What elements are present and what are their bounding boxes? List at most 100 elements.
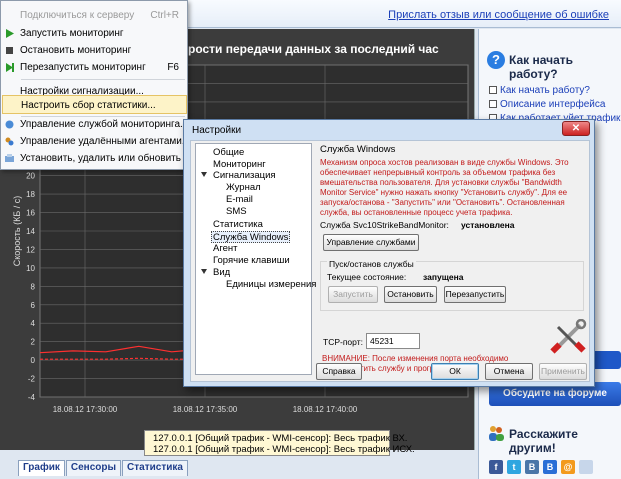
menu-connect-server-label: Подключиться к серверу <box>20 10 135 21</box>
cancel-button[interactable]: Отмена <box>485 363 533 380</box>
people-icon <box>489 426 504 441</box>
feedback-link[interactable]: Прислать отзыв или сообщение об ошибке <box>388 9 609 21</box>
legend-item-out: 127.0.0.1 [Общий трафик - WMI-сенсор]: В… <box>149 444 415 455</box>
close-icon: ✕ <box>571 123 581 134</box>
y-tick-label: 14 <box>26 227 35 236</box>
page-icon <box>489 100 497 108</box>
tcp-port-input[interactable] <box>366 333 420 349</box>
menu-restart-monitoring-label: Перезапустить мониторинг <box>20 62 146 73</box>
current-state-label: Текущее состояние: <box>327 272 407 282</box>
y-tick-label: -2 <box>28 375 36 384</box>
service-description: Механизм опроса хостов реализован в виде… <box>320 158 569 217</box>
y-tick-label: 2 <box>31 338 36 347</box>
x-tick-label: 18.08.12 17:35:00 <box>173 405 238 414</box>
tree-item-view[interactable]: Вид <box>213 267 230 279</box>
play-icon <box>6 29 14 38</box>
tree-item-units[interactable]: Единицы измерения <box>226 279 316 291</box>
vkontakte-icon[interactable]: B <box>525 460 539 474</box>
menu-restart-monitoring-shortcut: F6 <box>167 62 179 73</box>
tree-item-agent[interactable]: Агент <box>213 243 237 255</box>
menu-start-monitoring-label: Запустить мониторинг <box>20 28 124 39</box>
twitter-icon[interactable]: t <box>507 460 521 474</box>
restart-icon <box>6 63 14 72</box>
help-link-interface[interactable]: Описание интерфейса <box>489 99 605 110</box>
restart-service-button[interactable]: Перезапустить <box>444 286 506 303</box>
tree-item-general[interactable]: Общие <box>213 147 244 159</box>
social-icons: f t B B @ <box>489 460 593 474</box>
bottom-tabs: График Сенсоры Статистика <box>18 460 189 476</box>
current-state-value: запущена <box>423 272 464 282</box>
panel-title: Служба Windows <box>320 144 396 155</box>
menu-service-management-label: Управление службой мониторинга... <box>20 119 189 130</box>
group-title: Пуск/останов службы <box>327 259 416 269</box>
expand-arrow-icon[interactable] <box>201 269 207 274</box>
menu-statistics-settings[interactable]: Настроить сбор статистики... <box>2 95 187 114</box>
agents-icon <box>5 137 14 146</box>
stop-icon <box>6 47 13 54</box>
menu-remote-agents-label: Управление удалёнными агентами... <box>20 136 191 147</box>
y-tick-label: 16 <box>26 209 35 218</box>
menu-statistics-settings-label: Настроить сбор статистики... <box>21 100 156 111</box>
menu-connect-server[interactable]: Подключиться к серверу Ctrl+R <box>2 6 187 25</box>
menu-restart-monitoring[interactable]: Перезапустить мониторинг F6 <box>2 58 187 77</box>
help-panel-title: Как начать работу? <box>509 53 574 81</box>
tree-item-windows-service[interactable]: Служба Windows <box>211 231 291 243</box>
help-link-start[interactable]: Как начать работу? <box>489 85 590 96</box>
manage-services-button[interactable]: Управление службами <box>323 234 419 251</box>
y-tick-label: 18 <box>26 190 35 199</box>
y-tick-label: 10 <box>26 264 35 273</box>
expand-arrow-icon[interactable] <box>201 172 207 177</box>
menu-install-agent[interactable]: Установить, удалить или обновить агент..… <box>2 149 216 168</box>
stop-service-button[interactable]: Остановить <box>384 286 437 303</box>
menu-separator <box>21 79 185 80</box>
service-install-status: установлена <box>461 220 515 230</box>
ok-button[interactable]: ОК <box>431 363 479 380</box>
dialog-title: Настройки <box>192 125 242 136</box>
menu-connect-server-shortcut: Ctrl+R <box>150 10 179 21</box>
tree-item-hotkeys[interactable]: Горячие клавиши <box>213 255 290 267</box>
mail-icon[interactable] <box>579 460 593 474</box>
tree-item-alarms[interactable]: Сигнализация <box>213 170 276 182</box>
tree-item-journal[interactable]: Журнал <box>226 182 261 194</box>
chart-legend: 127.0.0.1 [Общий трафик - WMI-сенсор]: В… <box>144 430 415 456</box>
facebook-icon[interactable]: f <box>489 460 503 474</box>
y-tick-label: 20 <box>26 172 35 181</box>
tree-item-sms[interactable]: SMS <box>226 206 247 218</box>
tree-item-email[interactable]: E-mail <box>226 194 253 206</box>
settings-tree: Общие Мониторинг Сигнализация Журнал E-m… <box>195 143 316 375</box>
blog-icon[interactable]: B <box>543 460 557 474</box>
settings-dialog: Настройки ✕ Общие Мониторинг Сигнализаци… <box>183 119 595 387</box>
tools-icon <box>550 319 587 354</box>
service-icon <box>5 120 14 129</box>
x-tick-label: 18.08.12 17:30:00 <box>53 405 118 414</box>
odnoklassniki-icon[interactable]: @ <box>561 460 575 474</box>
dialog-body: Общие Мониторинг Сигнализация Журнал E-m… <box>190 140 590 382</box>
start-service-button[interactable]: Запустить <box>328 286 378 303</box>
y-tick-label: 0 <box>31 356 36 365</box>
tab-sensors[interactable]: Сенсоры <box>65 460 122 476</box>
help-link-start-label: Как начать работу? <box>500 85 590 96</box>
menu-stop-monitoring-label: Остановить мониторинг <box>20 45 132 56</box>
y-tick-label: 8 <box>31 282 36 291</box>
tcp-port-label: TCP-порт: <box>323 337 363 347</box>
y-tick-label: 12 <box>26 245 35 254</box>
tab-graph[interactable]: График <box>18 460 65 476</box>
apply-button[interactable]: Применить <box>539 363 587 380</box>
share-title: Расскажите другим! <box>509 427 578 455</box>
help-button[interactable]: Справка <box>316 363 362 380</box>
legend-item-in: 127.0.0.1 [Общий трафик - WMI-сенсор]: В… <box>149 433 407 444</box>
tree-item-statistics[interactable]: Статистика <box>213 219 263 231</box>
legend-label-in: 127.0.0.1 [Общий трафик - WMI-сенсор]: В… <box>153 433 408 444</box>
install-icon <box>5 154 14 162</box>
y-tick-label: 4 <box>31 319 36 328</box>
x-tick-label: 18.08.12 17:40:00 <box>293 405 358 414</box>
y-axis-label: Скорость (КБ / с) <box>12 196 22 267</box>
y-tick-label: -4 <box>28 393 36 402</box>
question-icon: ? <box>487 51 505 69</box>
y-tick-label: 6 <box>31 301 36 310</box>
help-link-interface-label: Описание интерфейса <box>500 99 606 110</box>
tab-statistics[interactable]: Статистика <box>122 460 188 476</box>
chart-title: рости передачи данных за последний час <box>188 42 439 56</box>
monitoring-menu: Подключиться к серверу Ctrl+R Запустить … <box>0 0 216 170</box>
close-button[interactable]: ✕ <box>562 121 590 136</box>
